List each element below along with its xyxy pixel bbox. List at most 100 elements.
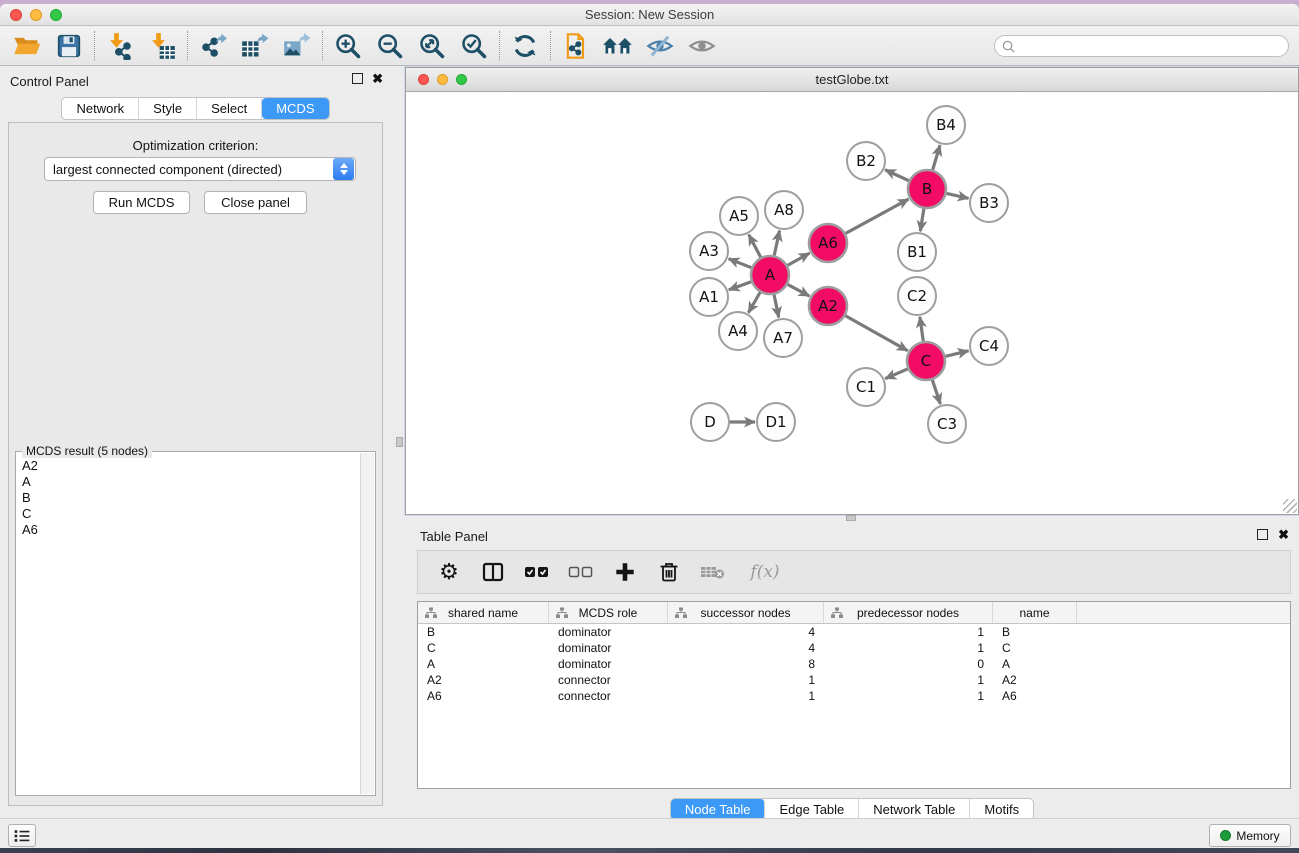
network-graph-canvas[interactable]: B4 B2 B B3 A5A8A6 B1 A3 A A1 C2 A2 A4A7 C4 C C1 C3 D D1 [406, 93, 1298, 514]
table-tab-motifs[interactable]: Motifs [970, 799, 1033, 820]
table-tab-edge-table[interactable]: Edge Table [765, 799, 859, 820]
resize-grip-icon[interactable] [1283, 499, 1297, 513]
function-builder-button[interactable]: f(x) [742, 557, 788, 587]
hide-selected-button[interactable] [639, 29, 681, 63]
export-image-button[interactable] [276, 29, 318, 63]
memory-button[interactable]: Memory [1209, 824, 1291, 847]
network-window-titlebar[interactable]: testGlobe.txt [406, 68, 1298, 92]
refresh-button[interactable] [504, 29, 546, 63]
graph-edge-B-B4[interactable] [933, 145, 940, 170]
result-item[interactable]: B [18, 490, 359, 506]
table-tab-network-table[interactable]: Network Table [859, 799, 970, 820]
graph-edge-A2-C[interactable] [845, 316, 907, 351]
search-input[interactable] [1020, 39, 1288, 53]
zoom-in-button[interactable] [327, 29, 369, 63]
graph-edge-A-A7[interactable] [774, 295, 779, 318]
tab-mcds[interactable]: MCDS [262, 98, 328, 119]
graph-node-A1[interactable]: A1 [690, 278, 728, 316]
table-row[interactable]: Bdominator41B [418, 624, 1290, 640]
tab-network[interactable]: Network [62, 98, 139, 119]
table-row[interactable]: A2connector11A2 [418, 672, 1290, 688]
column-header-MCDS-role[interactable]: MCDS role [549, 602, 668, 623]
export-table-button[interactable] [234, 29, 276, 63]
graph-node-C1[interactable]: C1 [847, 368, 885, 406]
float-table-panel-icon[interactable] [1257, 529, 1268, 540]
graph-edge-A-A4[interactable] [748, 292, 760, 312]
zoom-selected-button[interactable] [453, 29, 495, 63]
search-field[interactable] [994, 35, 1289, 57]
zoom-fit-button[interactable] [411, 29, 453, 63]
table-tab-node-table[interactable]: Node Table [671, 799, 766, 820]
open-session-button[interactable] [6, 29, 48, 63]
graph-edge-A-A3[interactable] [729, 259, 752, 268]
tab-style[interactable]: Style [139, 98, 197, 119]
column-header-successor-nodes[interactable]: successor nodes [668, 602, 824, 623]
graph-node-B1[interactable]: B1 [898, 233, 936, 271]
close-panel-button[interactable]: Close panel [204, 191, 307, 214]
graph-node-A2[interactable]: A2 [809, 287, 847, 325]
panel-selector-button[interactable] [8, 824, 36, 847]
graph-node-A5[interactable]: A5 [720, 197, 758, 235]
graph-node-A7[interactable]: A7 [764, 319, 802, 357]
vertical-splitter-grip[interactable] [396, 437, 403, 447]
mcds-result-list[interactable]: A2ABCA6 [18, 458, 359, 793]
graph-edge-A-A1[interactable] [729, 282, 751, 290]
export-network-button[interactable] [192, 29, 234, 63]
graph-node-B3[interactable]: B3 [970, 184, 1008, 222]
graph-edge-B-B3[interactable] [947, 193, 969, 198]
column-view-button[interactable] [478, 557, 508, 587]
result-scrollbar[interactable] [360, 453, 374, 794]
graph-node-C2[interactable]: C2 [898, 277, 936, 315]
graph-edge-C-C2[interactable] [920, 317, 923, 341]
graph-node-A4[interactable]: A4 [719, 312, 757, 350]
optimization-criterion-dropdown[interactable]: largest connected component (directed) [44, 157, 356, 181]
graph-node-D[interactable]: D [691, 403, 729, 441]
graph-node-C3[interactable]: C3 [928, 405, 966, 443]
graph-node-B4[interactable]: B4 [927, 106, 965, 144]
graph-node-A8[interactable]: A8 [765, 191, 803, 229]
column-header-predecessor-nodes[interactable]: predecessor nodes [824, 602, 993, 623]
graph-edge-A-A6[interactable] [788, 253, 810, 265]
result-item[interactable]: A6 [18, 522, 359, 538]
table-row[interactable]: Cdominator41C [418, 640, 1290, 656]
delete-column-button[interactable] [654, 557, 684, 587]
add-column-button[interactable] [610, 557, 640, 587]
import-table-button[interactable] [141, 29, 183, 63]
graph-node-A[interactable]: A [751, 256, 789, 294]
deselect-all-button[interactable] [566, 557, 596, 587]
graph-edge-C-C1[interactable] [885, 369, 907, 379]
table-row[interactable]: A6connector11A6 [418, 688, 1290, 704]
column-header-name[interactable]: name [993, 602, 1077, 623]
clone-network-button[interactable] [555, 29, 597, 63]
graph-edge-A-A5[interactable] [749, 235, 761, 258]
close-table-panel-icon[interactable]: ✖ [1278, 529, 1289, 540]
graph-edge-C-C4[interactable] [945, 351, 968, 357]
graph-edge-B-B1[interactable] [920, 209, 924, 232]
float-panel-icon[interactable] [352, 73, 363, 84]
graph-node-C4[interactable]: C4 [970, 327, 1008, 365]
first-neighbors-button[interactable] [597, 29, 639, 63]
result-item[interactable]: C [18, 506, 359, 522]
graph-node-A3[interactable]: A3 [690, 232, 728, 270]
result-item[interactable]: A [18, 474, 359, 490]
graph-edge-A-A8[interactable] [774, 231, 779, 256]
table-row[interactable]: Adominator80A [418, 656, 1290, 672]
graph-edge-C-C3[interactable] [932, 380, 940, 404]
graph-node-C[interactable]: C [907, 342, 945, 380]
graph-node-D1[interactable]: D1 [757, 403, 795, 441]
graph-edge-A6-B[interactable] [846, 199, 909, 233]
column-header-shared-name[interactable]: shared name [418, 602, 549, 623]
graph-edge-A-A2[interactable] [788, 284, 810, 296]
graph-node-B2[interactable]: B2 [847, 142, 885, 180]
zoom-out-button[interactable] [369, 29, 411, 63]
run-mcds-button[interactable]: Run MCDS [93, 191, 190, 214]
graph-edge-B-B2[interactable] [885, 170, 909, 181]
graph-node-A6[interactable]: A6 [809, 224, 847, 262]
import-network-button[interactable] [99, 29, 141, 63]
save-session-button[interactable] [48, 29, 90, 63]
close-panel-icon[interactable]: ✖ [372, 73, 383, 84]
result-item[interactable]: A2 [18, 458, 359, 474]
select-all-button[interactable] [522, 557, 552, 587]
show-selected-button[interactable] [681, 29, 723, 63]
graph-node-B[interactable]: B [908, 170, 946, 208]
